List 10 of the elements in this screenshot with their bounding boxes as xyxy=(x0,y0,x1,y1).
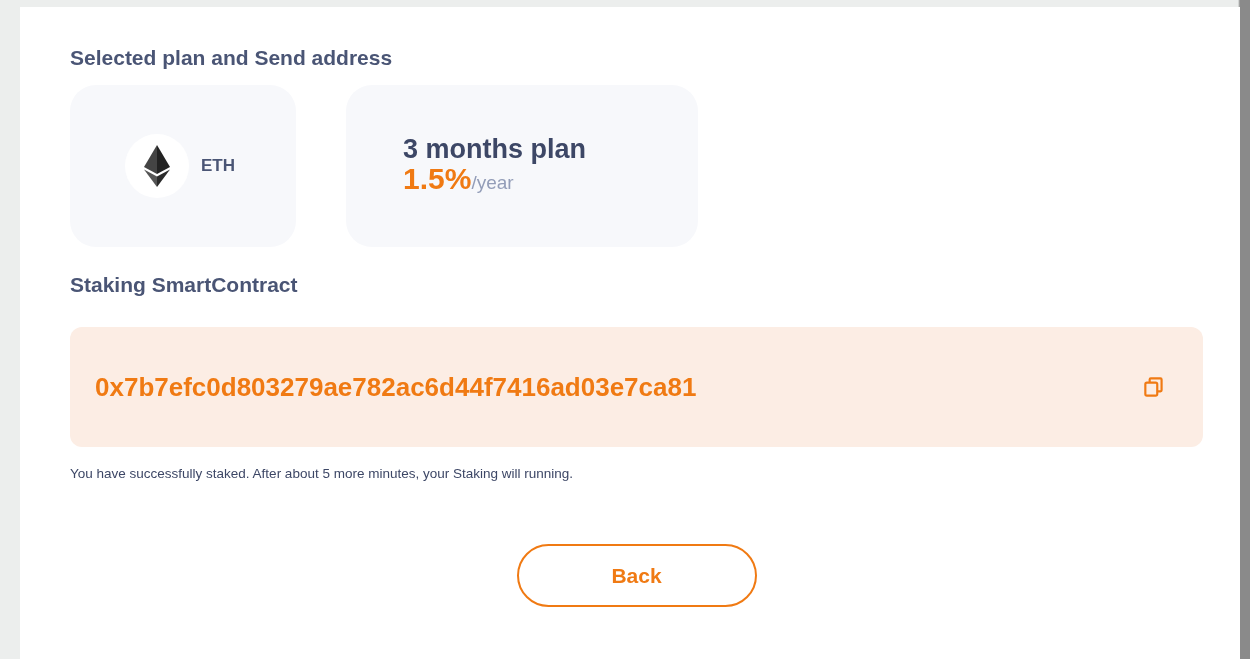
back-button[interactable]: Back xyxy=(516,544,757,607)
contract-address: 0x7b7efc0d803279ae782ac6d44f7416ad03e7ca81 xyxy=(95,371,697,403)
success-message: You have successfully staked. After about 5 more minutes, your Staking will running. xyxy=(70,466,575,481)
rate-period: /year xyxy=(471,171,514,193)
section-title: Staking SmartContract xyxy=(70,272,299,298)
section-title: Selected plan and Send address xyxy=(70,45,394,71)
coin-symbol: ETH xyxy=(201,156,235,176)
plan-name: 3 months plan xyxy=(403,133,586,164)
ethereum-icon xyxy=(125,134,189,198)
plan-rate: 1.5% xyxy=(403,161,472,195)
